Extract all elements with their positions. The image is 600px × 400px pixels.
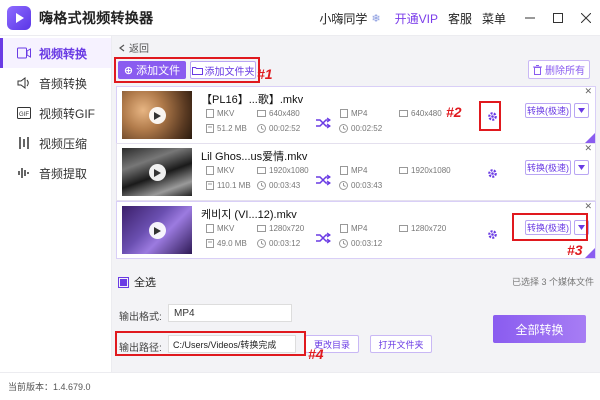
convert-all-button[interactable]: 全部转换 — [493, 315, 586, 343]
service-link[interactable]: 客服 — [448, 10, 472, 27]
convert-options-dropdown[interactable] — [574, 103, 589, 118]
annotation-label-4: #4 — [308, 346, 324, 362]
file-name: 【PL16】...歌】.mkv — [201, 94, 304, 106]
file-row[interactable]: 【PL16】...歌】.mkv MKV 640x480 51.2 MB 00:0… — [116, 86, 596, 144]
file-format-icon — [339, 109, 348, 118]
minimize-icon — [525, 17, 535, 19]
annotation-box-3 — [512, 213, 588, 241]
version-label: 当前版本： — [8, 382, 54, 392]
user-name[interactable]: 小嗨同学 — [319, 10, 367, 27]
maximize-icon — [553, 13, 563, 23]
close-icon — [581, 13, 591, 23]
app-title: 嗨格式视频转换器 — [39, 9, 154, 26]
remove-file-icon[interactable]: ✕ — [584, 86, 592, 97]
chevron-left-icon — [119, 44, 125, 51]
title-bar: 嗨格式视频转换器 小嗨同学 ❄ 开通VIP 客服 菜单 — [0, 0, 600, 36]
resolution-icon — [399, 224, 408, 233]
chevron-down-icon — [578, 165, 585, 170]
video-thumbnail — [122, 148, 192, 196]
clock-icon — [339, 239, 348, 248]
video-thumbnail — [122, 91, 192, 139]
annotation-label-3: #3 — [567, 242, 583, 258]
file-size-icon — [205, 239, 214, 248]
remove-file-icon[interactable]: ✕ — [584, 143, 592, 154]
video-icon — [16, 45, 32, 61]
select-all-checkbox[interactable]: 全选 — [118, 274, 156, 290]
settings-gear-icon[interactable] — [485, 227, 499, 241]
file-format-icon — [339, 166, 348, 175]
clock-icon — [339, 181, 348, 190]
selected-count: 已选择 3 个媒体文件 — [511, 277, 594, 287]
svg-text:GIF: GIF — [19, 112, 29, 118]
maximize-button[interactable] — [544, 0, 572, 36]
play-icon[interactable] — [149, 222, 166, 239]
file-format-icon — [339, 224, 348, 233]
annotation-label-2: #2 — [446, 104, 462, 120]
app-logo — [7, 5, 31, 30]
sidebar: 视频转换 音频转换 GIF 视频转GIF 视频压缩 音频提取 — [0, 36, 112, 372]
settings-gear-icon[interactable] — [485, 166, 499, 180]
resolution-icon — [399, 109, 408, 118]
annotation-box-4 — [115, 331, 306, 356]
trash-icon — [533, 64, 542, 75]
play-icon[interactable] — [149, 107, 166, 124]
extract-icon — [16, 165, 32, 181]
minimize-button[interactable] — [516, 0, 544, 36]
audio-icon — [16, 75, 32, 91]
open-folder-button[interactable]: 打开文件夹 — [370, 335, 432, 353]
sidebar-item-video-compress[interactable]: 视频压缩 — [0, 128, 111, 158]
file-format-icon — [205, 166, 214, 175]
menu-link[interactable]: 菜单 — [482, 10, 506, 27]
file-size-icon — [205, 181, 214, 190]
version-number: 1.4.679.0 — [53, 381, 91, 392]
sidebar-item-audio-convert[interactable]: 音频转换 — [0, 68, 111, 98]
resolution-icon — [399, 166, 408, 175]
output-format-select[interactable]: MP4 — [168, 304, 292, 322]
main-panel: 返回 ⊕ 添加文件 添加文件夹 删除所有 #1 【PL16】...歌】.mkv … — [112, 36, 600, 372]
snowflake-icon: ❄ — [371, 12, 381, 25]
convert-button[interactable]: 转换(极速) — [525, 103, 571, 118]
back-link[interactable]: 返回 — [118, 40, 149, 55]
remove-file-icon[interactable]: ✕ — [584, 201, 592, 212]
convert-button[interactable]: 转换(极速) — [525, 160, 571, 175]
clock-icon — [257, 124, 266, 133]
file-name: Lil Ghos...us爱情.mkv — [201, 151, 308, 163]
convert-arrow-icon — [315, 117, 331, 129]
sidebar-item-video-convert[interactable]: 视频转换 — [0, 38, 111, 68]
row-corner-marker — [585, 248, 595, 258]
annotation-label-1: #1 — [257, 66, 273, 82]
annotation-box-1 — [114, 57, 260, 83]
close-button[interactable] — [572, 0, 600, 36]
clock-icon — [257, 239, 266, 248]
convert-options-dropdown[interactable] — [574, 160, 589, 175]
convert-arrow-icon — [315, 174, 331, 186]
file-row[interactable]: Lil Ghos...us爱情.mkv MKV 1920x1080 110.1 … — [116, 143, 596, 201]
clock-icon — [257, 181, 266, 190]
resolution-icon — [257, 166, 266, 175]
vip-link[interactable]: 开通VIP — [395, 10, 438, 27]
resolution-icon — [257, 224, 266, 233]
file-format-icon — [205, 224, 214, 233]
status-bar: 当前版本： 1.4.679.0 — [0, 372, 600, 400]
file-format-icon — [205, 109, 214, 118]
checkbox-checked-icon — [118, 276, 129, 288]
file-name: 케비지 (VI...12).mkv — [201, 209, 297, 221]
file-size-icon — [205, 124, 214, 133]
video-thumbnail — [122, 206, 192, 254]
row-corner-marker — [585, 133, 595, 143]
sidebar-item-video-to-gif[interactable]: GIF 视频转GIF — [0, 98, 111, 128]
clock-icon — [339, 124, 348, 133]
annotation-box-2 — [479, 101, 501, 131]
gif-icon: GIF — [16, 105, 32, 121]
convert-arrow-icon — [315, 232, 331, 244]
delete-all-button[interactable]: 删除所有 — [528, 60, 590, 79]
sidebar-item-audio-extract[interactable]: 音频提取 — [0, 158, 111, 188]
resolution-icon — [257, 109, 266, 118]
compress-icon — [16, 135, 32, 151]
play-icon[interactable] — [149, 164, 166, 181]
chevron-down-icon — [578, 108, 585, 113]
output-format-label: 输出格式: — [119, 312, 162, 323]
